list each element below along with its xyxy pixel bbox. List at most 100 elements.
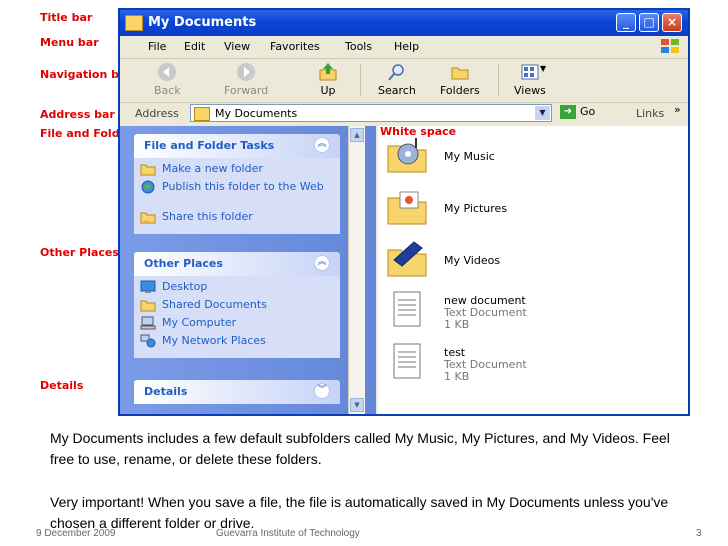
- task-label: Make a new folder: [162, 162, 263, 175]
- other-places-list: Desktop Shared Documents My Computer My …: [134, 276, 340, 358]
- annotation-white-space: White space: [380, 125, 457, 138]
- file-name: My Music: [444, 150, 495, 163]
- share-folder-icon: [140, 212, 156, 224]
- expand-icon[interactable]: ︾: [314, 383, 330, 399]
- task-pane-scrollbar[interactable]: ▲ ▼: [348, 126, 365, 414]
- annotation-menu-bar: Menu bar: [40, 36, 99, 49]
- maximize-button[interactable]: □: [639, 13, 659, 32]
- shared-documents-icon: [140, 300, 156, 312]
- back-button[interactable]: Back: [154, 62, 181, 97]
- title-bar[interactable]: My Documents _ □ ×: [120, 10, 688, 36]
- close-button[interactable]: ×: [662, 13, 682, 32]
- file-name: My Videos: [444, 254, 501, 267]
- pictures-folder-icon: [387, 191, 427, 225]
- details-header[interactable]: Details ︾: [134, 380, 340, 404]
- back-label: Back: [154, 84, 181, 97]
- go-label: Go: [580, 105, 596, 118]
- task-pane: File and Folder Tasks ︽ Make a new folde…: [120, 126, 376, 414]
- globe-icon: [141, 180, 155, 194]
- videos-folder-icon: [387, 241, 427, 277]
- up-label: Up: [320, 84, 336, 97]
- file-folder-tasks-panel: File and Folder Tasks ︽ Make a new folde…: [134, 134, 340, 234]
- forward-arrow-icon: [237, 63, 256, 81]
- file-folder-tasks-header[interactable]: File and Folder Tasks ︽: [134, 134, 340, 158]
- task-share-folder[interactable]: Share this folder: [134, 210, 340, 228]
- back-arrow-icon: [158, 63, 177, 81]
- caption-paragraph-1: My Documents includes a few default subf…: [50, 430, 670, 467]
- links-label[interactable]: Links: [636, 107, 664, 120]
- menu-favorites[interactable]: Favorites: [270, 40, 320, 53]
- up-button[interactable]: Up: [318, 62, 338, 97]
- place-shared-documents[interactable]: Shared Documents: [134, 298, 340, 316]
- collapse-icon[interactable]: ︽: [314, 137, 330, 153]
- explorer-window: My Documents _ □ × File Edit View Favori…: [118, 8, 690, 416]
- file-view: My Music My Pictures My Videos new docum…: [378, 126, 688, 414]
- menu-file[interactable]: File: [148, 40, 166, 53]
- place-label: Shared Documents: [162, 298, 267, 311]
- collapse-icon[interactable]: ︽: [314, 255, 330, 271]
- search-button[interactable]: Search: [378, 62, 416, 97]
- file-size: 1 KB: [444, 318, 470, 331]
- footer-page-number: 3: [696, 528, 702, 539]
- minimize-button[interactable]: _: [616, 13, 636, 32]
- views-dropdown-icon[interactable]: ▼: [540, 64, 546, 73]
- task-make-new-folder[interactable]: Make a new folder: [134, 162, 340, 180]
- music-folder-icon: [387, 138, 427, 173]
- search-icon: [388, 64, 404, 81]
- links-chevron-icon[interactable]: »: [674, 103, 681, 116]
- views-icon: [521, 64, 539, 80]
- annotation-other-places: Other Places: [40, 246, 119, 259]
- address-label: Address: [135, 107, 179, 120]
- place-my-network-places[interactable]: My Network Places: [134, 334, 340, 352]
- details-title: Details: [144, 385, 188, 398]
- annotation-details: Details: [40, 379, 84, 392]
- task-publish-folder-web[interactable]: Publish this folder to the Web: [134, 180, 340, 210]
- place-label: My Network Places: [162, 334, 266, 347]
- address-dropdown-icon[interactable]: ▼: [535, 106, 550, 120]
- footer-institute: Guevarra Institute of Technology: [216, 528, 360, 539]
- task-label: Share this folder: [162, 210, 253, 223]
- network-places-icon: [140, 334, 156, 348]
- toolbar-separator: [498, 64, 499, 96]
- forward-label: Forward: [224, 84, 269, 97]
- footer-date: 9 December 2009: [36, 528, 116, 539]
- address-field[interactable]: My Documents ▼: [190, 104, 552, 122]
- my-computer-icon: [140, 316, 156, 330]
- file-name: My Pictures: [444, 202, 508, 215]
- address-bar: Address My Documents ▼ ➜ Go Links »: [120, 102, 688, 126]
- other-places-title: Other Places: [144, 257, 223, 270]
- toolbar-separator: [360, 64, 361, 96]
- folder-icon: [194, 107, 210, 121]
- folders-button[interactable]: Folders: [440, 62, 480, 97]
- desktop-icon: [140, 280, 156, 293]
- scroll-up-icon[interactable]: ▲: [350, 128, 364, 142]
- window-title: My Documents: [148, 15, 257, 30]
- address-value: My Documents: [215, 107, 298, 120]
- menu-tools[interactable]: Tools: [345, 40, 372, 53]
- annotation-title-bar: Title bar: [40, 11, 93, 24]
- navigation-bar: Back Forward Up Search Folders Views ▼: [120, 58, 688, 103]
- task-label: Publish this folder to the Web: [162, 180, 324, 193]
- folders-label: Folders: [440, 84, 480, 97]
- text-document-icon: [393, 291, 421, 327]
- place-desktop[interactable]: Desktop: [134, 280, 340, 298]
- details-panel: Details ︾: [134, 380, 340, 404]
- menu-view[interactable]: View: [224, 40, 250, 53]
- file-folder-tasks-list: Make a new folder Publish this folder to…: [134, 158, 340, 234]
- views-label: Views: [514, 84, 546, 97]
- file-size: 1 KB: [444, 370, 470, 383]
- annotation-address-bar: Address bar: [40, 108, 115, 121]
- search-label: Search: [378, 84, 416, 97]
- menu-edit[interactable]: Edit: [184, 40, 205, 53]
- menu-bar: File Edit View Favorites Tools Help: [120, 36, 688, 59]
- file-folder-tasks-title: File and Folder Tasks: [144, 139, 275, 152]
- go-button[interactable]: ➜ Go: [560, 105, 604, 121]
- place-my-computer[interactable]: My Computer: [134, 316, 340, 334]
- scroll-down-icon[interactable]: ▼: [350, 398, 364, 412]
- other-places-header[interactable]: Other Places ︽: [134, 252, 340, 276]
- place-label: Desktop: [162, 280, 208, 293]
- menu-help[interactable]: Help: [394, 40, 419, 53]
- caption-paragraph-2: Very important! When you save a file, th…: [50, 494, 669, 531]
- forward-button[interactable]: Forward: [224, 62, 268, 97]
- folder-icon: [125, 15, 143, 31]
